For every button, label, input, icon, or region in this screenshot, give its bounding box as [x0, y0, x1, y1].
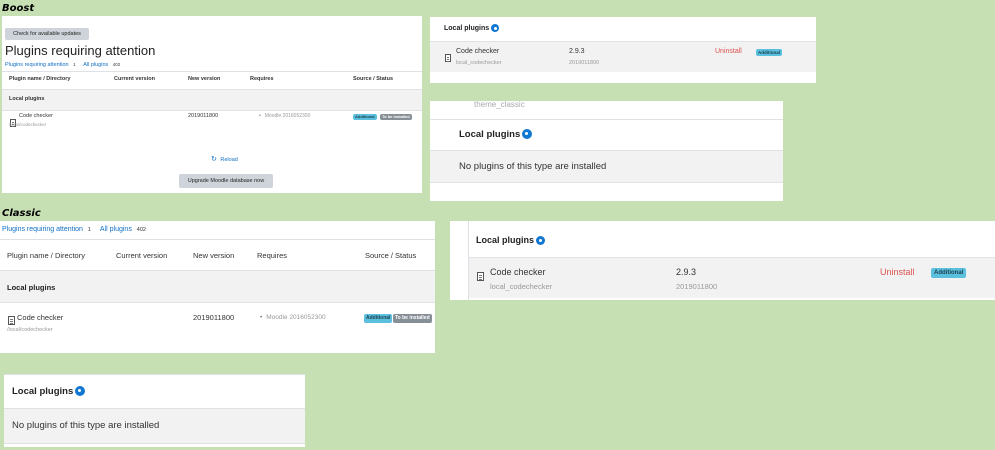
filter-bar: Plugins requiring attention 1 All plugin…: [2, 226, 146, 233]
plugin-file-icon: [8, 316, 15, 326]
classic-attention-panel: Plugins requiring attention 1 All plugin…: [0, 221, 435, 353]
filter-all-count: 402: [136, 227, 146, 233]
col-source-status: Source / Status: [353, 76, 394, 82]
section-heading: Local plugins: [476, 235, 546, 246]
table-row: Code checker /local/codechecker 20190118…: [0, 302, 435, 338]
filter-attention-count: 1: [87, 227, 91, 233]
page-title: Plugins requiring attention: [5, 43, 156, 58]
plugin-name: Code checker: [19, 113, 53, 119]
section-heading: Local plugins: [12, 386, 86, 397]
empty-row: No plugins of this type are installed: [4, 408, 305, 444]
filter-attention-link[interactable]: Plugins requiring attention: [5, 62, 69, 68]
badge-additional: Additional: [931, 268, 967, 278]
filter-attention-count: 1: [73, 62, 76, 67]
badge-to-be-installed: To be installed: [380, 114, 412, 120]
group-row: Local plugins: [2, 89, 422, 111]
plugin-requires: Moodle 2016052300: [260, 314, 325, 321]
section-title: Local plugins: [444, 24, 490, 32]
badge-additional: Additional: [353, 114, 377, 120]
plugin-dir: /local/codechecker: [9, 122, 47, 127]
plugin-name: Code checker: [456, 48, 500, 55]
empty-message: No plugins of this type are installed: [459, 161, 607, 172]
upgrade-database-button[interactable]: Upgrade Moodle database now: [179, 174, 273, 188]
cog-icon[interactable]: [536, 236, 546, 246]
cog-icon[interactable]: [522, 129, 533, 140]
boost-local-empty-panel: theme_classic Local plugins No plugins o…: [430, 100, 783, 201]
col-new-version: New version: [188, 76, 221, 82]
section-heading: Local plugins: [459, 129, 533, 140]
table-header: Plugin name / Directory Current version …: [2, 71, 422, 89]
uninstall-link[interactable]: Uninstall: [715, 48, 742, 55]
group-row: Local plugins: [0, 270, 435, 303]
classic-local-installed-panel: Local plugins Code checker local_codeche…: [450, 221, 995, 300]
plugin-component: local_codechecker: [456, 60, 502, 66]
empty-message: No plugins of this type are installed: [12, 420, 160, 431]
plugin-version-number: 2019011800: [676, 282, 718, 291]
table-row: Code checker /local/codechecker 20190118…: [2, 110, 422, 134]
filter-all-count: 402: [112, 62, 121, 67]
divider: [430, 119, 783, 120]
plugin-file-icon: [445, 53, 451, 62]
plugin-new-version: 2019011800: [188, 113, 219, 119]
group-row-label: Local plugins: [7, 283, 56, 292]
section-heading: Local plugins: [444, 24, 500, 32]
plugin-version-number: 2019011800: [569, 60, 600, 66]
boost-section-label: Boost: [2, 3, 35, 14]
section-title: Local plugins: [476, 235, 535, 245]
filter-attention-link[interactable]: Plugins requiring attention: [2, 226, 83, 233]
classic-local-empty-panel: Local plugins No plugins of this type ar…: [4, 374, 305, 447]
col-current-version: Current version: [116, 251, 168, 260]
filter-all-link[interactable]: All plugins: [100, 226, 132, 233]
plugin-component: local_codechecker: [490, 282, 553, 291]
table-row: Code checker local_codechecker 2.9.3 201…: [469, 257, 995, 298]
badge-additional: Additional: [756, 49, 782, 56]
plugin-requires: Moodle 2016052300: [259, 113, 311, 119]
col-current-version: Current version: [114, 76, 155, 82]
plugin-file-icon: [477, 272, 484, 282]
plugin-new-version: 2019011800: [193, 313, 235, 322]
table-row: Code checker local_codechecker 2.9.3 201…: [430, 41, 816, 72]
uninstall-link[interactable]: Uninstall: [880, 267, 915, 277]
badge-to-be-installed: To be installed: [393, 314, 432, 323]
section-title: Local plugins: [12, 386, 74, 397]
badge-additional: Additional: [364, 314, 393, 323]
filter-bar: Plugins requiring attention 1 All plugin…: [5, 62, 120, 68]
plugin-name: Code checker: [490, 267, 546, 277]
divider: [4, 374, 305, 375]
col-plugin-name: Plugin name / Directory: [7, 251, 85, 260]
reload-icon: ↻: [211, 156, 217, 163]
boost-attention-panel: Check for available updates Plugins requ…: [2, 16, 422, 193]
group-row-label: Local plugins: [9, 96, 45, 102]
empty-row: No plugins of this type are installed: [430, 150, 783, 183]
check-updates-button[interactable]: Check for available updates: [5, 28, 89, 40]
filter-all-link[interactable]: All plugins: [83, 62, 108, 68]
cog-icon[interactable]: [491, 24, 500, 32]
col-source-status: Source / Status: [365, 251, 417, 260]
previous-row-text: theme_classic: [474, 100, 525, 109]
classic-section-label: Classic: [2, 208, 41, 219]
col-new-version: New version: [193, 251, 235, 260]
plugin-name: Code checker: [17, 313, 64, 322]
plugin-version: 2.9.3: [676, 267, 697, 277]
col-requires: Requires: [257, 251, 288, 260]
table-header: Plugin name / Directory Current version …: [0, 239, 435, 270]
reload-label: Reload: [220, 157, 238, 163]
col-requires: Requires: [250, 76, 274, 82]
plugin-dir: /local/codechecker: [7, 327, 53, 333]
cog-icon[interactable]: [75, 386, 86, 397]
plugin-version: 2.9.3: [569, 48, 585, 55]
reload-link[interactable]: ↻ Reload: [211, 155, 238, 163]
section-title: Local plugins: [459, 129, 521, 140]
boost-local-installed-panel: Local plugins Code checker local_codeche…: [430, 17, 816, 83]
col-plugin-name: Plugin name / Directory: [9, 76, 71, 82]
